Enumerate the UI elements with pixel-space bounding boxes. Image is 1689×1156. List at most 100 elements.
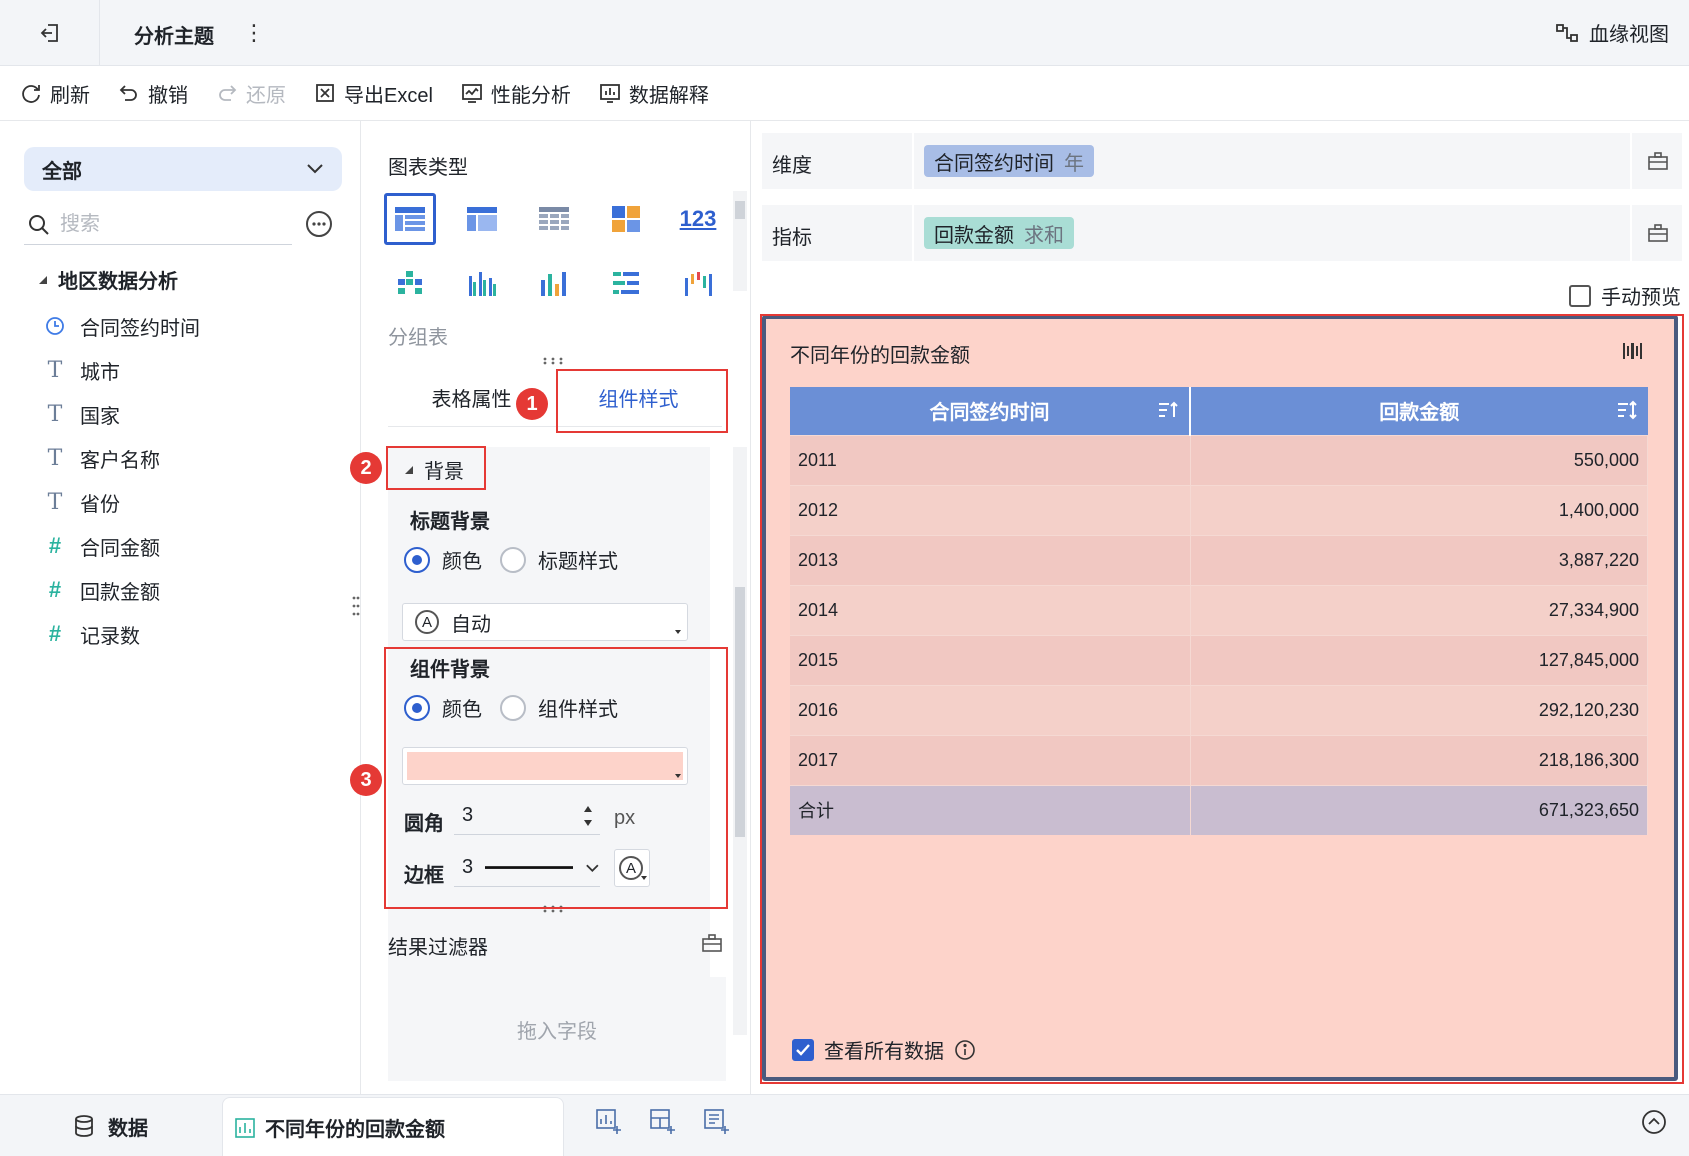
undo-button[interactable]: 撤销 bbox=[118, 79, 188, 108]
scatter-grid-icon bbox=[398, 271, 422, 294]
scope-select[interactable]: 全部 bbox=[24, 147, 342, 191]
chart-type-waterfall[interactable] bbox=[672, 257, 724, 309]
title-bg-color-radio[interactable] bbox=[404, 546, 430, 573]
export-excel-button[interactable]: 导出Excel bbox=[314, 79, 433, 108]
dimension-aggregation: 年 bbox=[1064, 152, 1084, 175]
panel-resize-handle[interactable] bbox=[352, 595, 360, 621]
dataset-node[interactable]: 地区数据分析 bbox=[38, 265, 178, 294]
chart-type-grouped-table[interactable] bbox=[384, 193, 436, 245]
callout-badge: 3 bbox=[350, 764, 382, 796]
sheet-tab[interactable]: 不同年份的回款金额 bbox=[222, 1097, 564, 1156]
field-item[interactable]: 合同签约时间 bbox=[44, 304, 200, 348]
scrollbar-thumb[interactable] bbox=[735, 201, 745, 219]
data-explain-label: 数据解释 bbox=[628, 84, 709, 107]
chart-type-column[interactable] bbox=[528, 257, 580, 309]
redo-button[interactable]: 还原 bbox=[216, 79, 286, 108]
chart-type-scrollbar[interactable] bbox=[733, 191, 747, 291]
field-item[interactable]: T 省份 bbox=[44, 480, 200, 524]
field-item[interactable]: # 合同金额 bbox=[44, 524, 200, 568]
more-menu-button[interactable]: ⋮ bbox=[243, 18, 265, 48]
data-explain-button[interactable]: 数据解释 bbox=[599, 79, 709, 108]
field-name: 合同签约时间 bbox=[80, 317, 200, 340]
title-background-options: 颜色 标题样式 bbox=[404, 545, 618, 574]
title-bg-color-value: 自动 bbox=[451, 613, 491, 636]
data-tab[interactable]: 数据 bbox=[0, 1095, 222, 1156]
measure-shelf[interactable]: 指标 回款金额 求和 bbox=[762, 205, 1682, 261]
collapse-panel-button[interactable] bbox=[1641, 1109, 1667, 1135]
settings-box-icon bbox=[1648, 224, 1668, 242]
dimension-settings-button[interactable] bbox=[1648, 151, 1668, 171]
chart-type-kpi-cards[interactable] bbox=[600, 193, 652, 245]
chart-type-bar-list[interactable] bbox=[600, 257, 652, 309]
chart-type-title: 图表类型 bbox=[388, 157, 468, 179]
field-item[interactable]: # 回款金额 bbox=[44, 568, 200, 612]
lineage-icon bbox=[1556, 23, 1578, 42]
field-name: 客户名称 bbox=[80, 449, 160, 472]
chart-type-detail-table[interactable] bbox=[456, 193, 508, 245]
text-type-icon: T bbox=[47, 357, 63, 383]
performance-analysis-button[interactable]: 性能分析 bbox=[461, 79, 571, 108]
number-type-icon: # bbox=[48, 533, 62, 558]
scrollbar-thumb[interactable] bbox=[735, 587, 745, 837]
chart-type-scatter-grid[interactable] bbox=[384, 257, 436, 309]
chart-type-grouped-bar[interactable] bbox=[456, 257, 508, 309]
filter-settings-button[interactable] bbox=[702, 933, 722, 953]
manual-preview-toggle[interactable]: 手动预览 bbox=[1569, 281, 1681, 310]
exit-button[interactable] bbox=[0, 0, 100, 66]
field-name: 城市 bbox=[80, 361, 120, 384]
callout-badge: 1 bbox=[516, 388, 548, 420]
redo-icon bbox=[219, 85, 237, 101]
callout-box-background bbox=[386, 446, 486, 490]
exit-icon bbox=[40, 24, 58, 42]
field-item[interactable]: # 记录数 bbox=[44, 612, 200, 656]
field-name: 回款金额 bbox=[80, 581, 160, 604]
crosstab-icon bbox=[539, 207, 569, 230]
filter-drop-zone[interactable]: 拖入字段 bbox=[388, 977, 726, 1081]
properties-scrollbar[interactable] bbox=[733, 447, 747, 1035]
sheet-tab-label: 不同年份的回款金额 bbox=[265, 1119, 445, 1141]
manual-preview-checkbox[interactable] bbox=[1569, 284, 1591, 307]
field-item[interactable]: T 国家 bbox=[44, 392, 200, 436]
result-filter-title: 结果过滤器 bbox=[388, 937, 488, 959]
grouped-table-icon bbox=[395, 207, 425, 231]
more-horizontal-icon bbox=[312, 222, 326, 226]
field-name: 记录数 bbox=[80, 625, 140, 648]
chart-type-indicator[interactable]: 123 bbox=[672, 193, 724, 245]
field-panel: 全部 地区数据分析 合同签约时间 T 城市 T 国家 T 客户名称 bbox=[0, 121, 361, 1094]
dimension-field-name: 合同签约时间 bbox=[934, 152, 1054, 175]
add-report-icon[interactable] bbox=[704, 1109, 730, 1135]
callout-box-widget-background bbox=[384, 647, 728, 909]
chart-type-crosstab[interactable] bbox=[528, 193, 580, 245]
section-resize-handle[interactable] bbox=[542, 357, 564, 365]
add-dashboard-icon[interactable] bbox=[650, 1109, 676, 1135]
settings-box-icon bbox=[1648, 152, 1668, 170]
dimension-pill[interactable]: 合同签约时间 年 bbox=[924, 145, 1094, 177]
title-bg-color-select[interactable]: A 自动 bbox=[402, 603, 688, 641]
callout-box-component-style bbox=[556, 369, 728, 433]
callout-box-widget-preview bbox=[760, 314, 1684, 1084]
callout-badge: 2 bbox=[350, 452, 382, 484]
divider bbox=[912, 133, 914, 189]
excel-icon bbox=[316, 84, 334, 102]
field-item[interactable]: T 客户名称 bbox=[44, 436, 200, 480]
search-input[interactable] bbox=[60, 213, 260, 236]
field-name: 省份 bbox=[80, 493, 120, 516]
dimension-shelf[interactable]: 维度 合同签约时间 年 bbox=[762, 133, 1682, 189]
lineage-view-button[interactable]: 血缘视图 bbox=[1555, 18, 1669, 47]
search-box bbox=[24, 205, 292, 245]
add-chart-icon[interactable] bbox=[596, 1109, 622, 1135]
title-bg-color-label: 颜色 bbox=[442, 551, 482, 573]
field-item[interactable]: T 城市 bbox=[44, 348, 200, 392]
field-more-button[interactable] bbox=[306, 211, 332, 237]
title-bg-style-radio[interactable] bbox=[500, 546, 526, 573]
measure-settings-button[interactable] bbox=[1648, 223, 1668, 243]
settings-box-icon bbox=[702, 934, 722, 952]
refresh-button[interactable]: 刷新 bbox=[20, 79, 90, 108]
redo-label: 还原 bbox=[246, 84, 286, 107]
undo-label: 撤销 bbox=[148, 84, 188, 107]
dropdown-caret-icon bbox=[675, 630, 681, 634]
title-background-label: 标题背景 bbox=[410, 511, 490, 533]
refresh-label: 刷新 bbox=[50, 84, 90, 107]
number-type-icon: # bbox=[48, 577, 62, 602]
measure-pill[interactable]: 回款金额 求和 bbox=[924, 217, 1074, 249]
